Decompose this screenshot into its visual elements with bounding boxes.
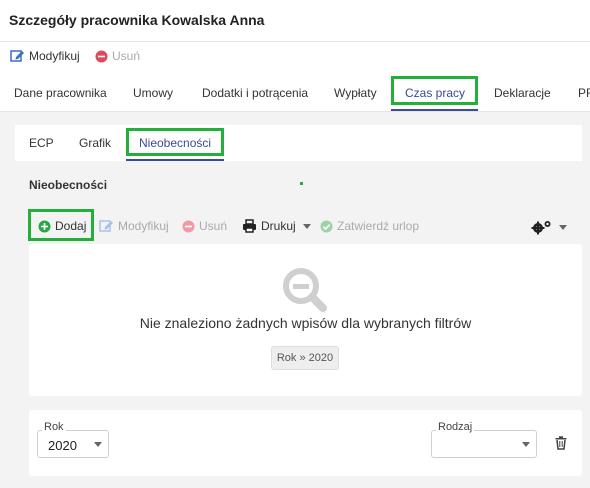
chevron-down-icon <box>559 224 567 230</box>
approve-leave-label: Zatwierdź urlop <box>337 219 420 233</box>
tab-declarations[interactable]: Deklaracje <box>494 86 551 100</box>
section-title: Nieobecności <box>29 178 108 192</box>
check-circle-icon <box>320 220 333 232</box>
modify-label: Modyfikuj <box>29 49 80 63</box>
chevron-down-icon <box>522 442 530 447</box>
edit-icon <box>99 220 113 232</box>
approve-leave-button[interactable]: Zatwierdź urlop <box>320 219 419 233</box>
tab-more[interactable]: PF <box>578 86 590 100</box>
delete-absence-button[interactable]: Usuń <box>182 219 227 233</box>
filters-panel: 2020 Rok Rodzaj <box>29 410 582 476</box>
zoom-out-icon <box>283 268 327 312</box>
print-label: Drukuj <box>261 219 296 233</box>
tab-employee-data[interactable]: Dane pracownika <box>14 86 107 100</box>
chevron-down-icon <box>302 223 311 229</box>
highlight-box <box>28 209 94 241</box>
chevron-down-icon <box>94 442 102 447</box>
highlight-box <box>126 128 224 156</box>
delete-button[interactable]: Usuń <box>95 49 140 63</box>
delete-absence-label: Usuń <box>199 219 228 233</box>
divider <box>0 41 590 42</box>
settings-button[interactable] <box>531 219 567 235</box>
subtab-schedule[interactable]: Grafik <box>79 136 111 150</box>
minus-circle-icon <box>182 220 195 232</box>
active-tab-underline <box>391 109 478 111</box>
year-value: 2020 <box>48 438 77 453</box>
modify-button[interactable]: Modyfikuj <box>10 49 80 63</box>
empty-message: Nie znaleziono żadnych wpisów dla wybran… <box>139 315 472 331</box>
page-title: Szczegóły pracownika Kowalska Anna <box>9 12 265 28</box>
filter-chip[interactable]: Rok » 2020 <box>271 346 339 370</box>
tab-allowances[interactable]: Dodatki i potrącenia <box>202 86 308 100</box>
modify-absence-label: Modyfikuj <box>118 219 169 233</box>
minus-circle-icon <box>95 50 108 62</box>
results-panel: Nie znaleziono żadnych wpisów dla wybran… <box>29 244 582 396</box>
edit-icon <box>10 50 24 62</box>
main-tabs: Dane pracownika Umowy Dodatki i potrącen… <box>0 76 590 112</box>
tab-contracts[interactable]: Umowy <box>133 86 173 100</box>
page-header: Szczegóły pracownika Kowalska Anna Modyf… <box>0 0 590 76</box>
modify-absence-button[interactable]: Modyfikuj <box>99 219 169 233</box>
year-select[interactable]: 2020 <box>37 430 109 458</box>
delete-label: Usuń <box>112 49 141 63</box>
highlight-box <box>391 76 478 105</box>
kind-select[interactable] <box>431 430 537 458</box>
active-subtab-underline <box>126 159 224 161</box>
sub-tabs: ECP Grafik Nieobecności <box>15 125 582 161</box>
subtab-ecp[interactable]: ECP <box>29 136 54 150</box>
year-label: Rok <box>42 421 66 433</box>
kind-label: Rodzaj <box>436 421 475 433</box>
gears-icon <box>531 221 551 235</box>
tab-payouts[interactable]: Wypłaty <box>334 86 377 100</box>
printer-icon <box>243 219 256 233</box>
trash-icon[interactable] <box>555 436 567 450</box>
marker-dot <box>300 182 303 185</box>
print-button[interactable]: Drukuj <box>242 219 311 233</box>
